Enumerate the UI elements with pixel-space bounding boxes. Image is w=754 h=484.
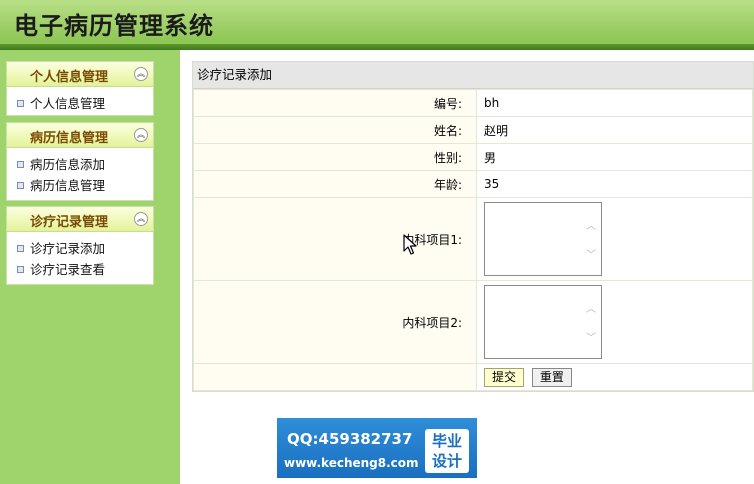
internal-item-1-textarea[interactable]: ︿ ﹀ xyxy=(484,202,602,276)
panel-title: 病历信息管理 xyxy=(29,131,108,146)
age-value: 35 xyxy=(476,170,753,198)
watermark-banner: QQ:459382737 www.kecheng8.com 毕业 设计 xyxy=(277,418,477,478)
submit-button[interactable]: 提交 xyxy=(484,367,525,387)
bullet-icon xyxy=(17,266,24,273)
collapse-icon[interactable]: ︽ xyxy=(134,128,148,142)
sidebar-item-record-manage[interactable]: 病历信息管理 xyxy=(7,175,153,196)
bullet-icon xyxy=(17,100,24,107)
sidebar-panel-diagnosis: 诊疗记录管理 ︽ 诊疗记录添加 诊疗记录查看 xyxy=(6,206,154,285)
form-row-actions: 提交 重置 xyxy=(193,363,753,391)
scroll-up-icon[interactable]: ︿ xyxy=(586,217,596,232)
field-label: 姓名: xyxy=(193,116,477,144)
scroll-down-icon[interactable]: ﹀ xyxy=(586,246,596,261)
name-value: 赵明 xyxy=(476,116,753,144)
app-title: 电子病历管理系统 xyxy=(14,11,214,40)
form-table: 编号: bh 姓名: 赵明 性别: 男 年龄: 35 内科项目1: ︿ ﹀ 内科… xyxy=(193,89,753,391)
panel-header[interactable]: 病历信息管理 ︽ xyxy=(7,123,153,148)
panel-header[interactable]: 个人信息管理 ︽ xyxy=(7,62,153,87)
watermark-site: www.kecheng8.com xyxy=(284,456,419,470)
bullet-icon xyxy=(17,245,24,252)
field-label: 年龄: xyxy=(193,170,477,198)
sidebar-item-diagnosis-add[interactable]: 诊疗记录添加 xyxy=(7,238,153,259)
sidebar: 个人信息管理 ︽ 个人信息管理 病历信息管理 ︽ 病历信息添加 病历信息管理 诊… xyxy=(0,50,180,484)
panel-header[interactable]: 诊疗记录管理 ︽ xyxy=(7,207,153,232)
field-label: 编号: xyxy=(193,89,477,117)
field-label: 内科项目1: xyxy=(193,197,477,281)
form-caption: 诊疗记录添加 xyxy=(193,62,753,89)
reset-button[interactable]: 重置 xyxy=(531,367,572,387)
watermark-badge: 毕业 设计 xyxy=(425,429,469,473)
sidebar-item-diagnosis-view[interactable]: 诊疗记录查看 xyxy=(7,259,153,280)
form-row-internal-2: 内科项目2: ︿ ﹀ xyxy=(193,280,753,364)
form-row-internal-1: 内科项目1: ︿ ﹀ xyxy=(193,197,753,281)
sidebar-item-record-add[interactable]: 病历信息添加 xyxy=(7,154,153,175)
id-value: bh xyxy=(476,89,753,117)
form-row-name: 姓名: 赵明 xyxy=(193,116,753,144)
panel-title: 诊疗记录管理 xyxy=(29,215,108,230)
bullet-icon xyxy=(17,161,24,168)
panel-title: 个人信息管理 xyxy=(29,70,108,85)
scroll-down-icon[interactable]: ﹀ xyxy=(586,329,596,344)
form-row-age: 年龄: 35 xyxy=(193,170,753,198)
bullet-icon xyxy=(17,182,24,189)
form-row-id: 编号: bh xyxy=(193,89,753,117)
collapse-icon[interactable]: ︽ xyxy=(134,67,148,81)
internal-item-2-textarea[interactable]: ︿ ﹀ xyxy=(484,285,602,359)
sidebar-item-personal-info[interactable]: 个人信息管理 xyxy=(7,93,153,114)
field-label: 性别: xyxy=(193,143,477,171)
collapse-icon[interactable]: ︽ xyxy=(134,212,148,226)
app-header: 电子病历管理系统 xyxy=(0,0,754,44)
scroll-up-icon[interactable]: ︿ xyxy=(586,300,596,315)
field-label: 内科项目2: xyxy=(193,280,477,364)
form-row-gender: 性别: 男 xyxy=(193,143,753,171)
diagnosis-form: 诊疗记录添加 编号: bh 姓名: 赵明 性别: 男 年龄: 35 内科项目1: xyxy=(192,61,754,392)
gender-value: 男 xyxy=(476,143,753,171)
sidebar-panel-personal: 个人信息管理 ︽ 个人信息管理 xyxy=(6,61,154,116)
watermark-qq: QQ:459382737 xyxy=(287,430,413,448)
mouse-cursor-icon xyxy=(403,234,417,255)
sidebar-panel-records: 病历信息管理 ︽ 病历信息添加 病历信息管理 xyxy=(6,122,154,201)
